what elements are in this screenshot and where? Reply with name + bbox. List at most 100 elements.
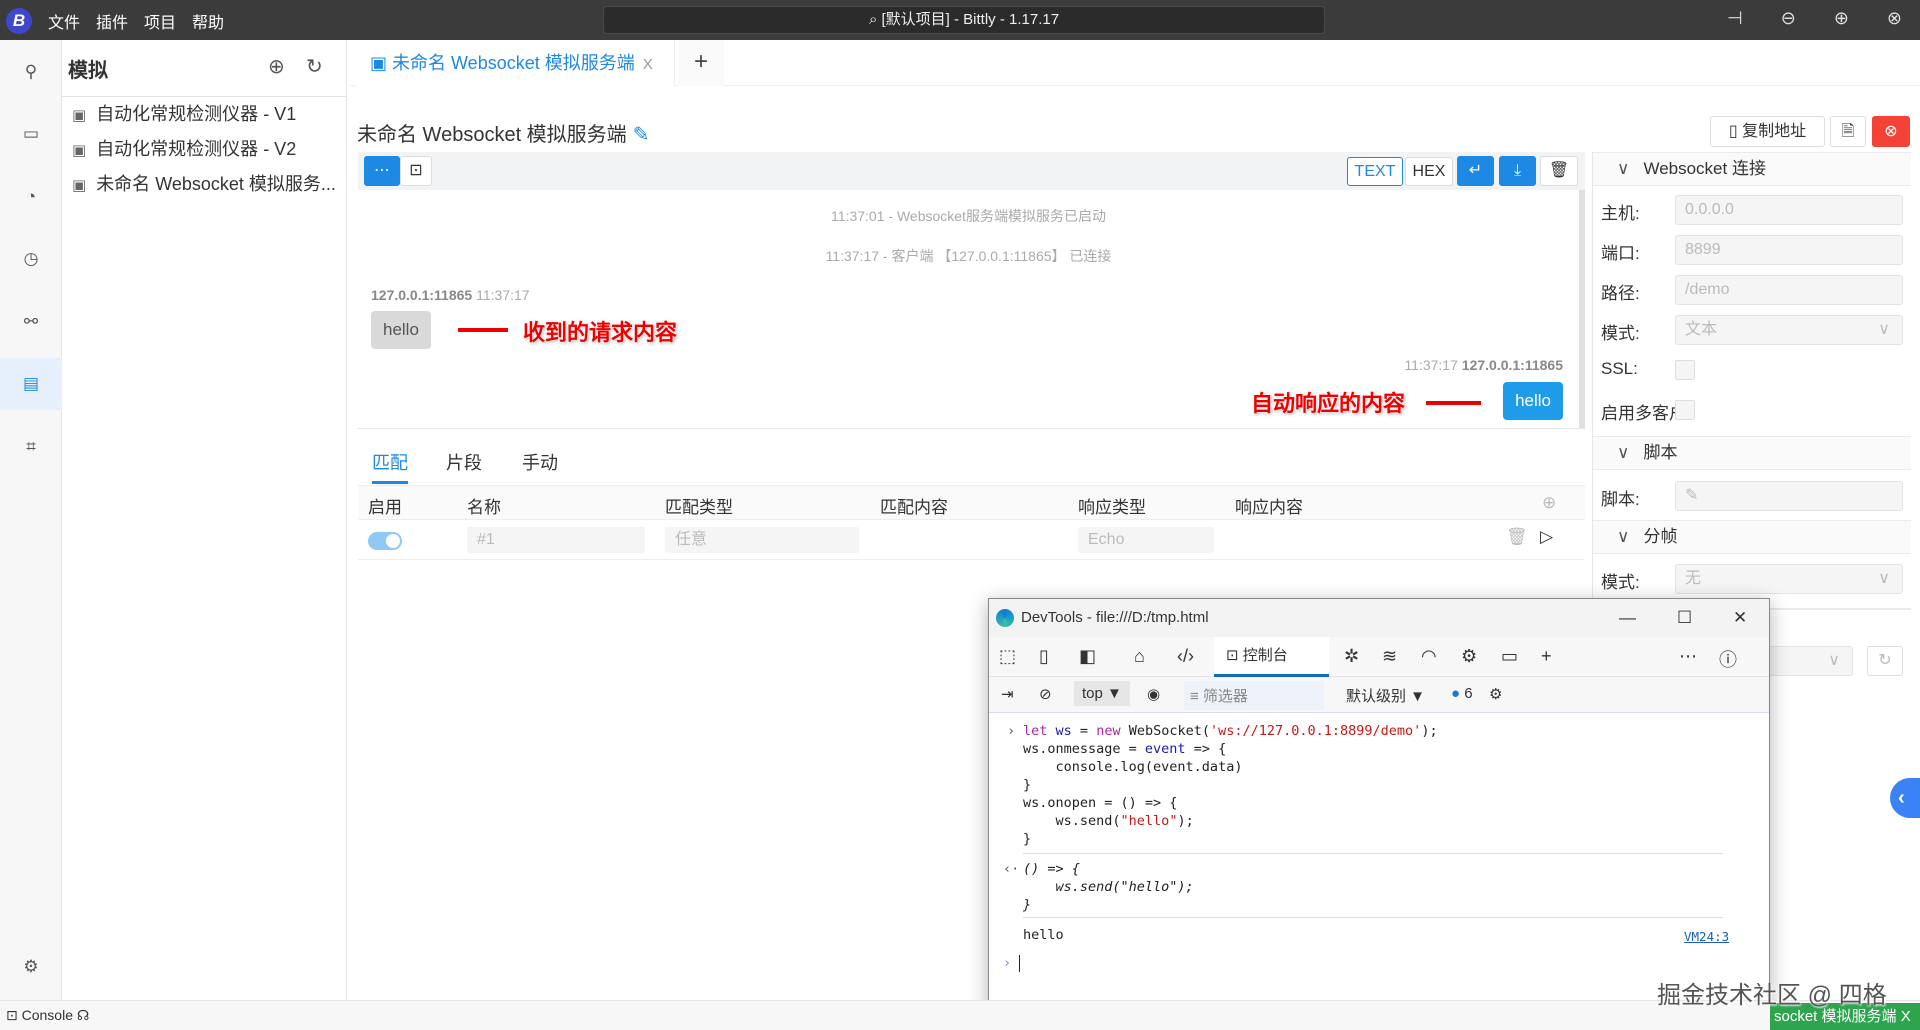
link-icon[interactable]: ⚯ [0, 296, 62, 348]
close-icon[interactable]: ✕ [1733, 599, 1747, 637]
download-icon: ⤓ [1513, 162, 1522, 179]
port-input[interactable]: 8899 [1675, 235, 1903, 265]
chat-view-button[interactable]: ⋯ [364, 156, 400, 186]
text-mode-button[interactable]: TEXT [1347, 157, 1403, 186]
headset-icon[interactable]: ☊ [77, 1007, 89, 1023]
sidebar-item[interactable]: ▣ 未命名 Websocket 模拟服务... [72, 170, 336, 196]
elements-icon[interactable]: ‹/› [1177, 646, 1194, 667]
tab-console[interactable]: ⊡ 控制台 [1214, 637, 1329, 677]
wifi-icon[interactable]: ≋ [1382, 646, 1397, 667]
device-emulation-icon[interactable]: ▯ [1039, 646, 1049, 667]
mode-select[interactable]: 文本 ∨ [1675, 315, 1903, 345]
ssl-checkbox[interactable] [1675, 360, 1695, 380]
page-title-text: 未命名 Websocket 模拟服务端 [357, 124, 627, 146]
path-label: 路径: [1601, 284, 1640, 303]
menu-plugins[interactable]: 插件 [96, 9, 128, 33]
device-icon[interactable]: ▭ [0, 108, 62, 160]
sidebar-item[interactable]: ▣ 自动化常规检测仪器 - V1 [72, 100, 296, 126]
tab-match[interactable]: 匹配 [372, 449, 408, 484]
close-icon[interactable]: ⊗ [1887, 8, 1902, 29]
add-tab-button[interactable]: + [678, 40, 724, 86]
multi-client-checkbox[interactable] [1675, 400, 1695, 420]
minimize-icon[interactable]: ⊖ [1781, 8, 1796, 29]
eye-icon[interactable]: ◉ [1147, 685, 1160, 703]
response-type-select[interactable]: Echo [1078, 527, 1214, 553]
dock-icon[interactable]: ◧ [1079, 646, 1096, 667]
enter-icon: ↵ [1468, 162, 1483, 179]
wrap-button[interactable]: ↵ [1457, 156, 1494, 186]
section-framing[interactable]: ∨ 分帧 [1593, 520, 1911, 554]
maximize-icon[interactable]: ☐ [1677, 599, 1692, 637]
pin-icon[interactable]: ⊣ [1727, 8, 1743, 29]
enable-toggle[interactable] [368, 532, 402, 550]
section-title: 脚本 [1643, 443, 1678, 462]
command-search[interactable]: ⌕ [默认项目] - Bittly - 1.17.17 [603, 6, 1325, 34]
console-toggle[interactable]: Console [22, 1007, 73, 1023]
autoscroll-button[interactable]: ⤓ [1499, 156, 1536, 186]
history-icon[interactable]: ◷ [0, 233, 62, 285]
trash-icon: 🗑 [1548, 162, 1570, 179]
frame-mode-select[interactable]: 无 ∨ [1675, 564, 1903, 594]
stop-button[interactable]: ⊗ [1872, 116, 1910, 147]
result-line: } [1023, 897, 1032, 913]
minimize-icon[interactable]: — [1619, 599, 1636, 637]
console-settings-icon[interactable]: ⚙ [1489, 685, 1502, 703]
context-select[interactable]: top ▼ [1074, 681, 1130, 706]
menu-help[interactable]: 帮助 [192, 9, 224, 33]
section-script[interactable]: ∨ 脚本 [1593, 436, 1911, 470]
tab-websocket-server[interactable]: ▣ 未命名 Websocket 模拟服务端 X [355, 40, 675, 86]
message-toolbar: ⋯ ⊡ TEXT HEX ↵ ⤓ 🗑 [358, 152, 1585, 190]
system-message: 11:37:17 - 客户端 【127.0.0.1:11865】 已连接 [825, 248, 1112, 264]
level-select[interactable]: 默认级别 ▼ [1346, 685, 1425, 706]
sidebar-item[interactable]: ▣ 自动化常规检测仪器 - V2 [72, 135, 296, 161]
clear-console-icon[interactable]: ⊘ [1039, 685, 1052, 703]
inspect-icon[interactable]: ⬚ [999, 646, 1016, 667]
hex-mode-button[interactable]: HEX [1405, 157, 1453, 186]
sidebar-toggle-icon[interactable]: ⇥ [1001, 685, 1014, 703]
cpu-icon[interactable]: ⚙ [1461, 646, 1477, 667]
maximize-icon[interactable]: ⊕ [1834, 8, 1849, 29]
host-input[interactable]: 0.0.0.0 [1675, 195, 1903, 225]
scan-icon[interactable]: ⌗ [0, 421, 62, 473]
home-icon[interactable]: ⌂ [1134, 646, 1145, 667]
gauge-icon[interactable]: ◔ [0, 171, 62, 223]
more-icon[interactable]: ⋯ [1679, 646, 1697, 667]
save-button[interactable]: 🗎 [1830, 116, 1866, 147]
copy-address-button[interactable]: ▯ 复制地址 [1710, 116, 1825, 147]
edit-icon[interactable]: ✎ [633, 124, 650, 146]
section-websocket[interactable]: ∨ Websocket 连接 [1593, 152, 1911, 186]
mock-icon[interactable]: ▤ [0, 358, 62, 410]
rule-name-input[interactable]: #1 [467, 527, 645, 553]
bug-icon[interactable]: ✲ [1344, 646, 1359, 667]
match-type-select[interactable]: 任意 [665, 527, 859, 553]
menu-project[interactable]: 项目 [144, 9, 176, 33]
tab-snippet[interactable]: 片段 [446, 449, 482, 475]
clear-button[interactable]: 🗑 [1540, 156, 1578, 186]
terminal-view-button[interactable]: ⊡ [400, 156, 432, 186]
plug-icon[interactable]: ⚲ [0, 46, 62, 98]
tab-close-icon[interactable]: X [643, 56, 653, 73]
menu-file[interactable]: 文件 [48, 9, 80, 33]
filter-input[interactable]: ≡ 筛选器 [1184, 681, 1324, 710]
console-input[interactable] [1019, 955, 1020, 972]
app-logo: B [6, 8, 32, 34]
add-icon[interactable]: ⊕ [268, 54, 285, 79]
path-input[interactable]: /demo [1675, 275, 1903, 305]
tab-manual[interactable]: 手动 [522, 449, 558, 475]
script-edit-input[interactable]: ✎ [1675, 481, 1903, 511]
message-count[interactable]: ● 6 [1451, 685, 1473, 702]
application-icon[interactable]: ▭ [1501, 646, 1518, 667]
help-icon[interactable]: ⓘ [1719, 646, 1737, 672]
performance-icon[interactable]: ◠ [1421, 646, 1437, 667]
save-icon: 🗎 [1841, 123, 1855, 140]
log-source-link[interactable]: VM24:3 [1684, 929, 1729, 944]
add-tool-icon[interactable]: + [1541, 646, 1552, 667]
send-icon[interactable]: ▷ [1540, 527, 1553, 547]
refresh-icon[interactable]: ↻ [306, 54, 323, 79]
copy-address-label: 复制地址 [1742, 123, 1807, 140]
add-rule-icon[interactable]: ⊕ [1542, 493, 1556, 513]
refresh-button[interactable]: ↻ [1867, 646, 1903, 676]
section-title: Websocket 连接 [1643, 159, 1766, 178]
settings-gear-icon[interactable]: ⚙ [0, 941, 62, 993]
trash-icon[interactable]: 🗑 [1506, 527, 1528, 547]
